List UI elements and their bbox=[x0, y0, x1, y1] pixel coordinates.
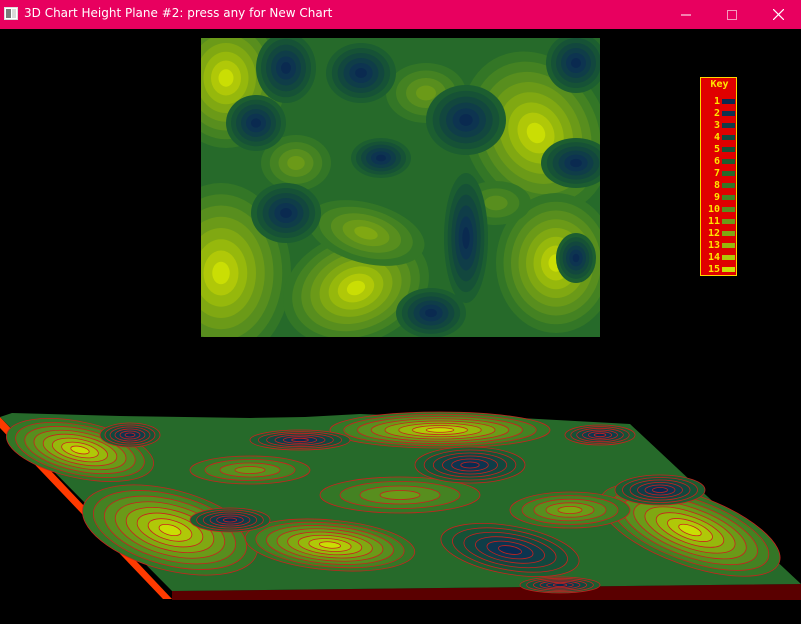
height-contour bbox=[552, 583, 568, 587]
legend-level-label: 5 bbox=[713, 144, 720, 155]
maximize-icon bbox=[727, 9, 737, 20]
legend-row: 4 bbox=[701, 132, 738, 144]
legend-level-label: 7 bbox=[713, 168, 720, 179]
legend-color-swatch bbox=[722, 123, 735, 128]
legend-level-label: 10 bbox=[707, 204, 720, 215]
height-contour bbox=[416, 85, 436, 101]
height-contour bbox=[425, 308, 437, 318]
legend-row: 14 bbox=[701, 252, 738, 264]
minimize-button[interactable] bbox=[663, 0, 709, 29]
height-contour bbox=[379, 490, 421, 500]
legend-color-swatch bbox=[722, 195, 735, 200]
legend-color-swatch bbox=[722, 231, 735, 236]
title-bar[interactable]: 3D Chart Height Plane #2: press any for … bbox=[0, 0, 801, 29]
legend-row: 6 bbox=[701, 156, 738, 168]
legend-row: 13 bbox=[701, 240, 738, 252]
legend-color-swatch bbox=[722, 171, 735, 176]
minimize-icon bbox=[681, 14, 691, 15]
height-contour bbox=[459, 114, 473, 126]
legend-row: 11 bbox=[701, 216, 738, 228]
height-contour bbox=[234, 466, 266, 474]
app-window-icon[interactable] bbox=[4, 7, 18, 20]
legend-color-swatch bbox=[722, 147, 735, 152]
legend-color-swatch bbox=[722, 135, 735, 140]
height-contour bbox=[287, 156, 305, 170]
legend-color-swatch bbox=[722, 243, 735, 248]
close-button[interactable] bbox=[755, 0, 801, 29]
legend-color-swatch bbox=[722, 159, 735, 164]
height-contour bbox=[652, 487, 668, 493]
height-contour bbox=[593, 432, 607, 438]
height-contour bbox=[280, 208, 292, 218]
legend-color-swatch bbox=[722, 99, 735, 104]
height-contour bbox=[281, 62, 291, 74]
legend-row: 1 bbox=[701, 96, 738, 108]
legend-level-label: 9 bbox=[713, 192, 720, 203]
legend-row: 3 bbox=[701, 120, 738, 132]
height-contour bbox=[425, 427, 455, 433]
legend-color-swatch bbox=[722, 207, 735, 212]
height-contour bbox=[251, 118, 261, 128]
legend-row: 9 bbox=[701, 192, 738, 204]
legend-level-label: 4 bbox=[713, 132, 720, 143]
height-contour bbox=[124, 432, 136, 438]
legend-row: 5 bbox=[701, 144, 738, 156]
height-contour bbox=[222, 517, 238, 523]
height-map-2d bbox=[201, 38, 600, 337]
legend-row: 7 bbox=[701, 168, 738, 180]
legend-color-swatch bbox=[722, 267, 735, 272]
legend-level-label: 1 bbox=[713, 96, 720, 107]
height-contour bbox=[212, 261, 230, 285]
legend-level-label: 2 bbox=[713, 108, 720, 119]
legend-level-label: 14 bbox=[707, 252, 720, 263]
height-contour bbox=[291, 437, 309, 443]
height-plane-3d bbox=[0, 411, 801, 600]
height-contour bbox=[572, 253, 580, 263]
height-contour bbox=[570, 158, 582, 168]
maximize-button[interactable] bbox=[709, 0, 755, 29]
legend-color-swatch bbox=[722, 219, 735, 224]
height-contour bbox=[484, 195, 508, 211]
legend-level-label: 12 bbox=[707, 228, 720, 239]
height-contour bbox=[462, 227, 470, 249]
height-contour bbox=[355, 68, 367, 78]
legend-row: 10 bbox=[701, 204, 738, 216]
legend-level-label: 13 bbox=[707, 240, 720, 251]
height-contour bbox=[218, 69, 234, 87]
legend-color-swatch bbox=[722, 111, 735, 116]
height-contour bbox=[460, 461, 480, 469]
legend-title: Key bbox=[710, 79, 729, 90]
close-icon bbox=[772, 9, 784, 20]
height-contour bbox=[557, 506, 583, 515]
legend-level-label: 6 bbox=[713, 156, 720, 167]
legend-level-label: 15 bbox=[707, 264, 720, 275]
legend-row: 2 bbox=[701, 108, 738, 120]
legend-row: 8 bbox=[701, 180, 738, 192]
legend-key: Key 1 2 3 4 5 6 7 8 9 10 11 12 13 14 15 bbox=[700, 77, 737, 276]
height-contour bbox=[376, 154, 386, 162]
legend-row: 15 bbox=[701, 264, 738, 276]
window-title: 3D Chart Height Plane #2: press any for … bbox=[24, 6, 333, 20]
legend-level-label: 8 bbox=[713, 180, 720, 191]
legend-level-label: 11 bbox=[707, 216, 720, 227]
legend-color-swatch bbox=[722, 183, 735, 188]
height-contour bbox=[571, 58, 581, 68]
legend-row: 12 bbox=[701, 228, 738, 240]
legend-level-label: 3 bbox=[713, 120, 720, 131]
legend-color-swatch bbox=[722, 255, 735, 260]
